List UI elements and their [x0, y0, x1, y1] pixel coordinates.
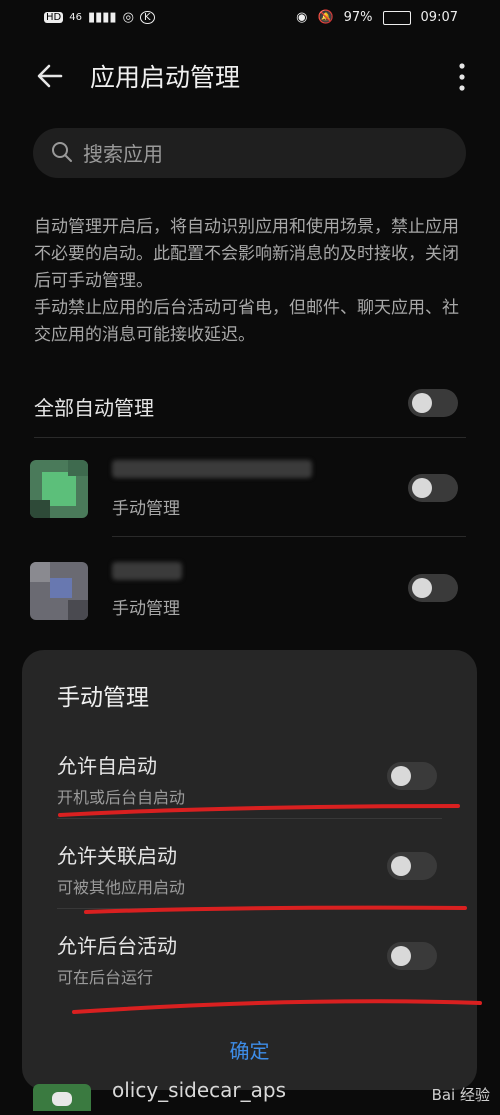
- option-description: 开机或后台自启动: [57, 788, 186, 807]
- search-input[interactable]: [81, 138, 445, 170]
- divider: [34, 437, 466, 438]
- manual-manage-dialog: 手动管理 允许自启动 开机或后台自启动 允许关联启动 可被其他应用启动 允许后台…: [22, 650, 477, 1090]
- app-name-redacted: [112, 460, 312, 478]
- toggle-knob: [391, 856, 411, 876]
- status-left: HD 46 ▮▮▮▮ ◎ K: [44, 10, 155, 25]
- baidu-watermark: Bai 经验: [431, 1086, 490, 1104]
- status-bar: HD 46 ▮▮▮▮ ◎ K ◉ 🔕 97% 09:07: [0, 0, 500, 36]
- status-right: ◉ 🔕 97% 09:07: [296, 10, 458, 25]
- back-arrow-icon[interactable]: [34, 60, 66, 92]
- more-options-icon[interactable]: [454, 62, 470, 92]
- battery-percent: 97%: [343, 10, 373, 25]
- toggle-knob: [412, 393, 432, 413]
- app-icon: [30, 460, 88, 518]
- search-bar[interactable]: [33, 128, 466, 178]
- app-row[interactable]: 手动管理: [0, 540, 500, 635]
- toggle-knob: [412, 578, 432, 598]
- app-bar: 应用启动管理: [0, 46, 500, 108]
- app-status: 手动管理: [112, 499, 180, 519]
- clock: 09:07: [420, 10, 458, 25]
- all-auto-manage-label: 全部自动管理: [34, 396, 154, 420]
- signal-icon: ▮▮▮▮: [87, 10, 117, 25]
- app-toggle[interactable]: [408, 474, 458, 502]
- confirm-button[interactable]: 确定: [22, 1035, 477, 1064]
- mute-icon: 🔕: [317, 10, 334, 25]
- page-title: 应用启动管理: [90, 63, 241, 92]
- option-description: 可被其他应用启动: [57, 878, 186, 897]
- app-status: 手动管理: [112, 599, 180, 619]
- description: 自动管理开启后，将自动识别应用和使用场景，禁止应用不必要的启动。此配置不会影响新…: [34, 214, 470, 349]
- app-name-redacted: [112, 562, 182, 580]
- option-allow-background-activity[interactable]: 允许后台活动 可在后台运行: [22, 930, 477, 1010]
- option-description: 可在后台运行: [57, 968, 154, 987]
- app-icon: [30, 562, 88, 620]
- app-row-partial[interactable]: olicy_sidecar_aps: [0, 1078, 500, 1111]
- toggle-knob: [412, 478, 432, 498]
- app-row[interactable]: 手动管理: [0, 440, 500, 535]
- search-icon: [52, 142, 72, 162]
- app-name: olicy_sidecar_aps: [112, 1078, 287, 1102]
- divider: [57, 908, 442, 909]
- hotspot-icon: ◎: [122, 10, 134, 25]
- battery-icon: [382, 10, 411, 25]
- allow-auto-launch-toggle[interactable]: [387, 762, 437, 790]
- divider: [57, 818, 442, 819]
- allow-associated-launch-toggle[interactable]: [387, 852, 437, 880]
- option-name: 允许关联启动: [57, 844, 177, 868]
- description-paragraph: 自动管理开启后，将自动识别应用和使用场景，禁止应用不必要的启动。此配置不会影响新…: [34, 217, 459, 291]
- network-label: 46: [69, 12, 82, 23]
- option-name: 允许自启动: [57, 754, 157, 778]
- android-app-icon: [33, 1084, 91, 1111]
- description-paragraph: 手动禁止应用的后台活动可省电，但邮件、聊天应用、社交应用的消息可能接收延迟。: [34, 298, 459, 345]
- all-auto-manage-row[interactable]: 全部自动管理: [0, 386, 500, 436]
- divider: [112, 536, 466, 537]
- dialog-title: 手动管理: [57, 685, 149, 711]
- hd-icon: HD: [44, 12, 64, 23]
- option-name: 允许后台活动: [57, 934, 177, 958]
- toggle-knob: [391, 946, 411, 966]
- app-toggle[interactable]: [408, 574, 458, 602]
- allow-background-activity-toggle[interactable]: [387, 942, 437, 970]
- eye-icon: ◉: [296, 10, 308, 25]
- toggle-knob: [391, 766, 411, 786]
- all-auto-manage-toggle[interactable]: [408, 389, 458, 417]
- k-icon: K: [139, 11, 155, 24]
